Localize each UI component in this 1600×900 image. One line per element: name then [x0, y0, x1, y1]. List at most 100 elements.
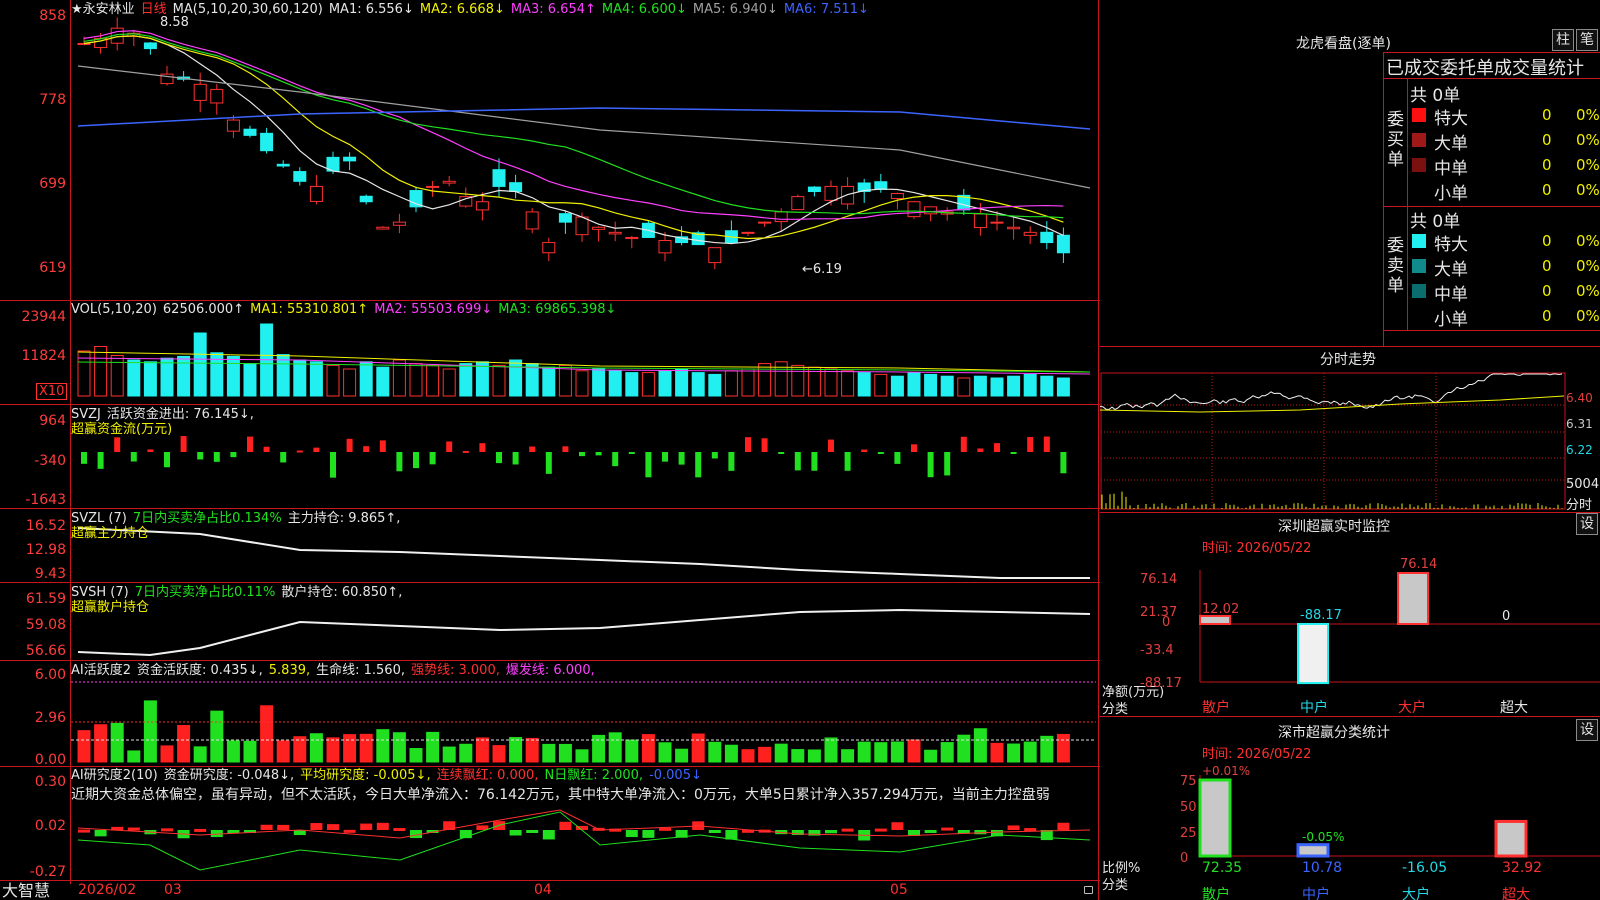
monitor-category: 散户 [1202, 700, 1230, 716]
candle-body [791, 196, 805, 211]
kline-chart[interactable] [0, 0, 1100, 900]
ai-research-ytick: -0.27 [29, 864, 66, 880]
vol-spec: VOL(5,10,20) [71, 302, 157, 317]
monitor-ytick: 21.37 [1140, 605, 1178, 620]
research-bar [360, 823, 373, 830]
volume-bar [525, 363, 539, 397]
svsh-ytick: 56.66 [25, 643, 66, 659]
research-bar [277, 824, 290, 830]
volume-bar [326, 364, 340, 397]
activity-bar [110, 722, 124, 763]
activity-bar [675, 748, 689, 763]
research-bar [542, 830, 555, 840]
lock-icon[interactable] [1084, 886, 1093, 894]
vol-ma2: MA2: 55503.699↓ [374, 302, 493, 317]
fund-flow-bar [413, 452, 419, 469]
activity-bar [691, 733, 705, 763]
ma2-label: MA2: 6.668↓ [419, 2, 505, 17]
candle-body [907, 201, 921, 218]
fund-flow-bar [164, 452, 170, 468]
candle-body [824, 185, 838, 201]
activity-bar [807, 749, 821, 763]
activity-bar [625, 739, 639, 763]
activity-bar [509, 737, 523, 763]
candle-body [210, 88, 224, 104]
fund-flow-bar [894, 452, 901, 464]
fund-flow-bar [462, 450, 469, 453]
activity-bar [525, 737, 539, 763]
research-bar [526, 830, 539, 833]
category-swatch [1412, 234, 1426, 248]
svsh-name: SVSH (7) [71, 585, 129, 600]
sz-stats-settings-button[interactable]: 设 [1576, 719, 1598, 741]
candle-body [658, 240, 672, 254]
activity-bar [392, 732, 406, 763]
category-swatch [1412, 158, 1426, 172]
fund-flow-bar [197, 452, 204, 460]
volume-bar [226, 355, 240, 397]
fund-flow-bar [213, 452, 220, 462]
candle-body [77, 42, 91, 45]
stock-title[interactable]: ★永安林业 [71, 2, 135, 17]
fund-flow-bar [794, 452, 801, 471]
retail-holding-line [77, 608, 1091, 657]
monitor-bar [1397, 571, 1429, 626]
brand-logo[interactable]: 大智慧 [2, 882, 50, 900]
volume-bar [177, 355, 191, 397]
volume-bar [641, 372, 655, 397]
ai-research-c: 连续飘红: 0.000, [436, 768, 539, 783]
category-percent: 0% [1576, 282, 1600, 300]
fund-flow-bar [877, 452, 884, 454]
ma1-label: MA1: 6.556↓ [328, 2, 414, 17]
activity-bar [758, 746, 772, 763]
category-swatch [1412, 284, 1426, 298]
activity-bar [841, 749, 855, 763]
candle-body [625, 236, 639, 240]
fund-flow-bar [678, 452, 685, 465]
fund-flow-bar [363, 446, 370, 452]
svzl-hold: 主力持仓: 9.865↑, [287, 511, 401, 526]
svzj-name: SVZJ [71, 407, 101, 422]
fund-flow-bar [97, 452, 104, 469]
category-percent: 0% [1576, 131, 1600, 149]
monitor-ytick: 0 [1162, 615, 1171, 630]
main-chart-area[interactable] [0, 0, 1100, 900]
activity-bar [143, 700, 157, 763]
candle-body [758, 221, 772, 224]
category-swatch [1412, 259, 1426, 273]
activity-bar [193, 746, 207, 763]
candle-body [143, 42, 157, 50]
activity-bar [1007, 743, 1021, 763]
research-bar [659, 827, 671, 831]
sz-stats-axis-label: 分类 [1102, 878, 1129, 893]
svzl-ytick: 9.43 [34, 566, 66, 582]
candle-body [276, 163, 290, 167]
fund-flow-bar [911, 444, 917, 452]
activity-bar [774, 743, 788, 763]
activity-bar [442, 746, 456, 763]
ai-active-header: AI活跃度2 资金活跃度: 0.435↓, 5.839, 生命线: 1.560, 强势线… [71, 663, 601, 678]
activity-bar [575, 749, 589, 763]
research-bar [891, 822, 904, 830]
volume-bar [857, 372, 871, 397]
candle-body [392, 221, 406, 226]
stats-bar [1494, 819, 1528, 858]
bar-mode-button[interactable]: 柱 [1552, 29, 1574, 51]
fund-flow-bar [280, 452, 287, 463]
activity-bar [475, 737, 489, 763]
volume-bar [94, 346, 108, 397]
ai-research-header: AI研究度2(10) 资金研究度: -0.048↓, 平均研究度: -0.005↓,… [71, 768, 708, 783]
fund-flow-bar [479, 443, 486, 452]
category-swatch [1412, 108, 1426, 122]
tick-mode-button[interactable]: 笔 [1576, 29, 1598, 51]
category-count: 0 [1542, 156, 1552, 174]
research-bar [825, 830, 837, 834]
research-bar [343, 829, 356, 833]
activity-bar [741, 749, 755, 763]
sz-monitor-settings-button[interactable]: 设 [1576, 513, 1598, 535]
stats-category: 中户 [1302, 887, 1330, 900]
ai-active-d: 强势线: 3.000, [411, 663, 500, 678]
date-tick: 05 [890, 882, 908, 898]
vol-ytick: 11824 [21, 348, 66, 364]
svsh-sub: 超赢散户持仓 [71, 600, 150, 615]
